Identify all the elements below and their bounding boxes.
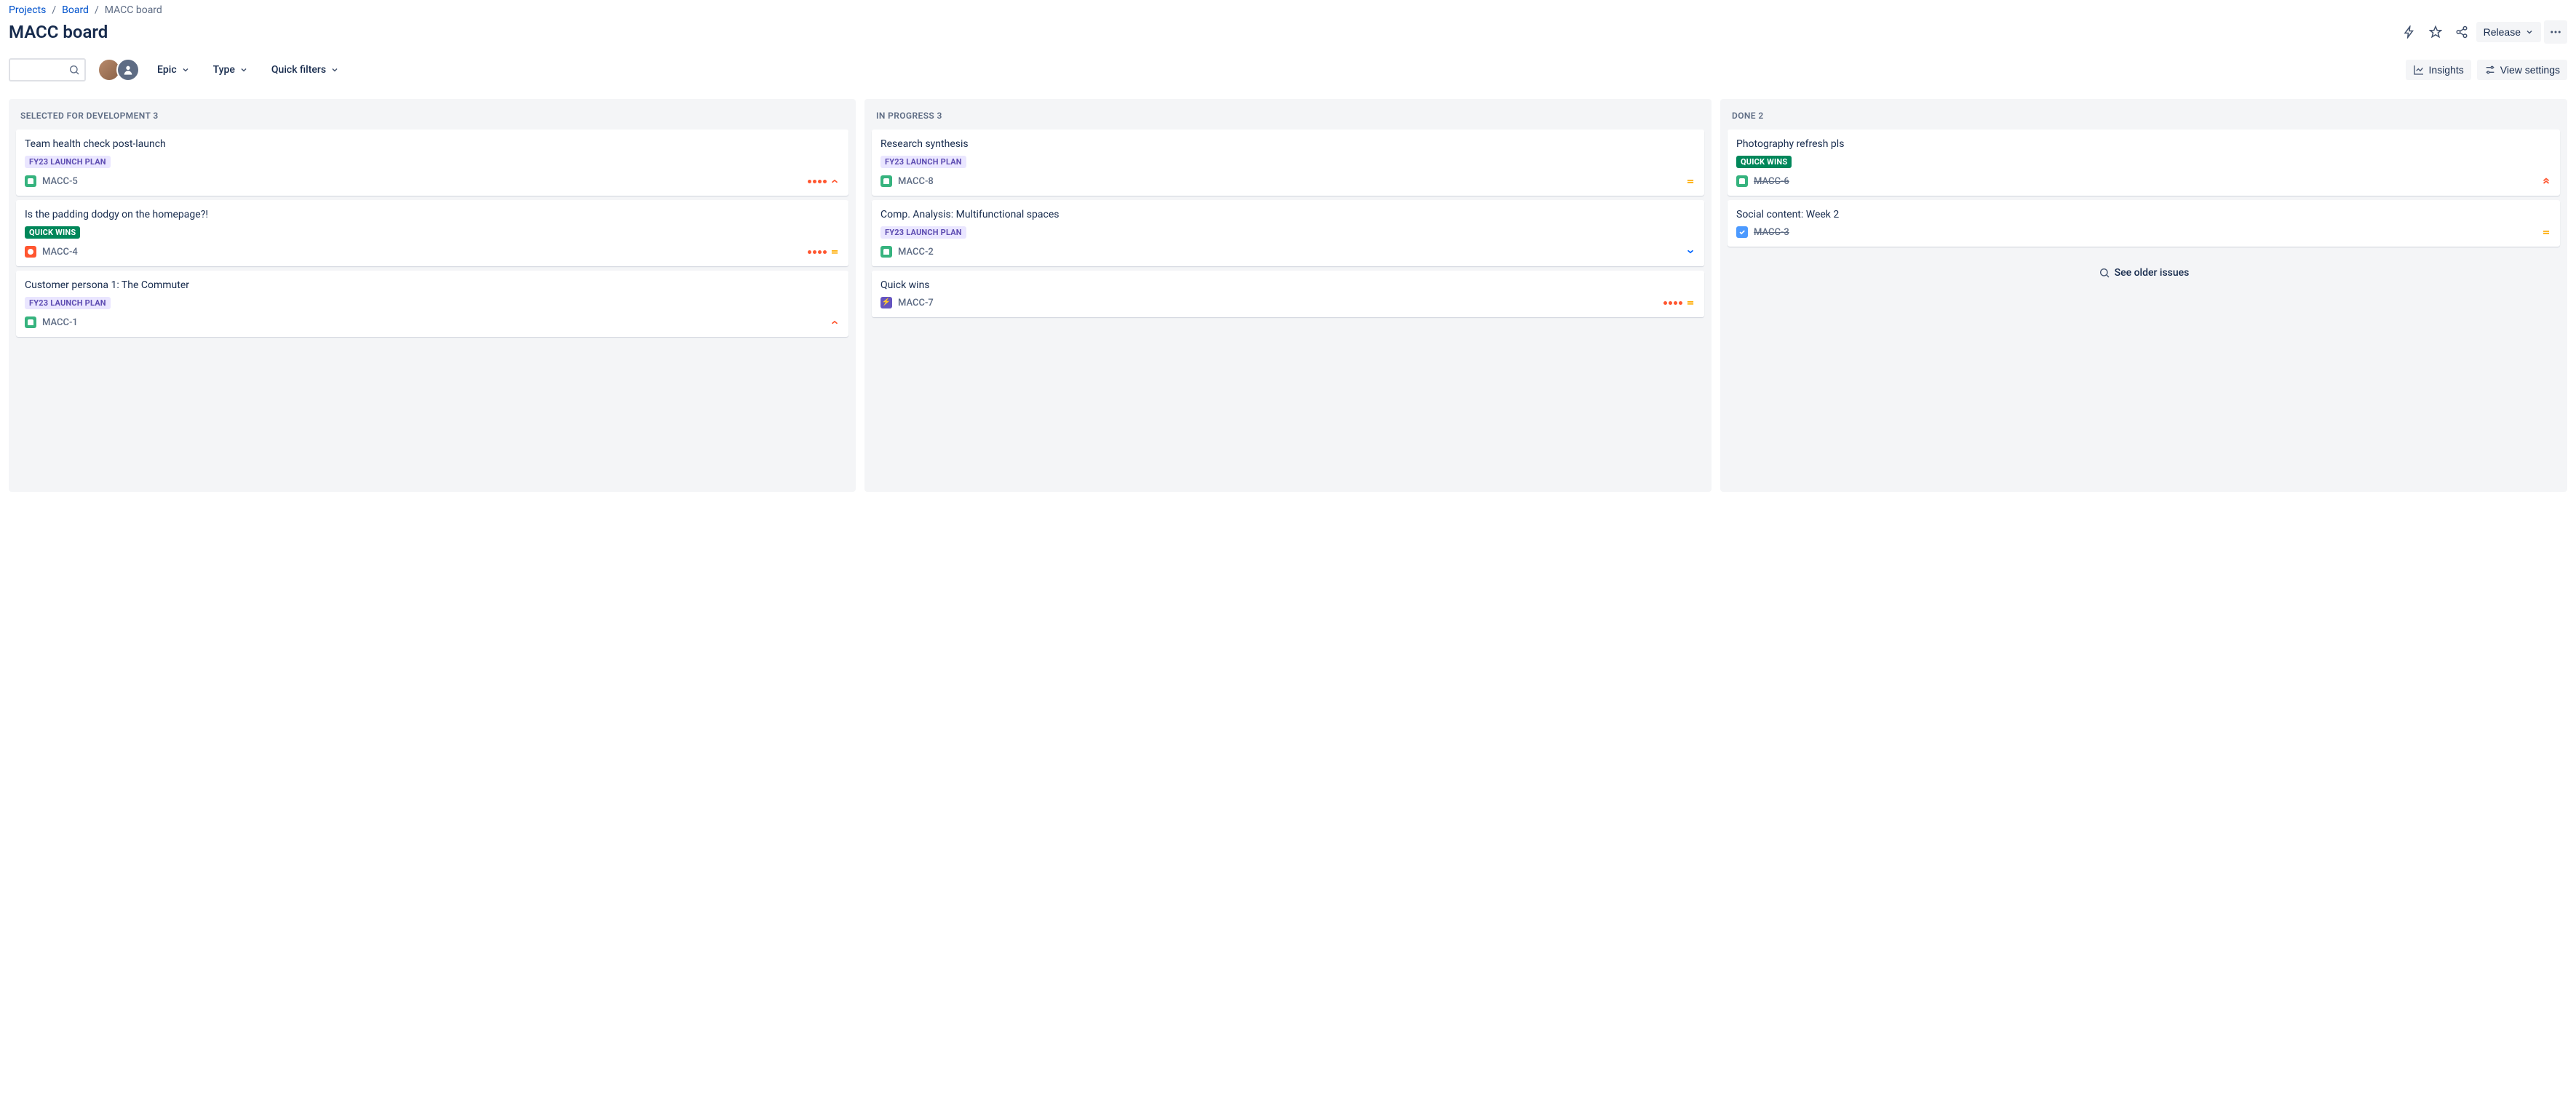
bug-icon: [25, 246, 36, 258]
view-settings-button[interactable]: View settings: [2477, 60, 2567, 80]
issue-key[interactable]: MACC-6: [1754, 176, 1789, 187]
story-icon: [25, 175, 36, 187]
priority-icon: [2541, 227, 2551, 237]
task-icon: [1736, 226, 1748, 238]
sprint-dots-icon: [808, 180, 827, 183]
see-older-issues[interactable]: See older issues: [1725, 267, 2563, 279]
card-title: Customer persona 1: The Commuter: [25, 279, 840, 291]
epic-label[interactable]: FY23 LAUNCH PLAN: [880, 156, 966, 168]
priority-icon: [2541, 176, 2551, 186]
issue-key[interactable]: MACC-5: [42, 176, 78, 187]
issue-card[interactable]: Social content: Week 2 MACC-3: [1728, 200, 2560, 247]
issue-card[interactable]: Research synthesis FY23 LAUNCH PLAN MACC-8: [872, 130, 1704, 196]
card-title: Research synthesis: [880, 138, 1696, 150]
epic-label[interactable]: FY23 LAUNCH PLAN: [880, 226, 966, 239]
card-title: Quick wins: [880, 279, 1696, 291]
page-title: MACC board: [9, 22, 108, 42]
board-column: SELECTED FOR DEVELOPMENT 3Team health ch…: [9, 99, 856, 492]
epic-label[interactable]: FY23 LAUNCH PLAN: [25, 156, 111, 168]
share-icon[interactable]: [2450, 20, 2473, 44]
column-header: IN PROGRESS 3: [869, 106, 1707, 130]
issue-key[interactable]: MACC-8: [898, 176, 934, 187]
epic-label[interactable]: QUICK WINS: [25, 226, 80, 239]
breadcrumb: Projects / Board / MACC board: [9, 4, 2567, 16]
epic-icon: ⚡: [880, 297, 892, 308]
issue-card[interactable]: Is the padding dodgy on the homepage?! QU…: [16, 200, 848, 266]
epic-label[interactable]: QUICK WINS: [1736, 156, 1792, 168]
story-icon: [880, 175, 892, 187]
breadcrumb-separator: /: [95, 4, 99, 16]
release-button[interactable]: Release: [2476, 22, 2541, 42]
priority-icon: [1685, 176, 1696, 186]
insights-icon: [2413, 64, 2425, 76]
chevron-down-icon: [181, 65, 190, 74]
star-icon[interactable]: [2424, 20, 2447, 44]
sprint-dots-icon: [1663, 301, 1682, 305]
settings-icon: [2484, 64, 2496, 76]
search-input[interactable]: [9, 58, 86, 81]
priority-icon: [1685, 247, 1696, 257]
priority-icon: [830, 176, 840, 186]
avatar-group[interactable]: [98, 58, 140, 81]
board-column: DONE 2 Photography refresh pls QUICK WINS M…: [1720, 99, 2567, 492]
insights-button[interactable]: Insights: [2406, 60, 2471, 80]
type-filter[interactable]: Type: [207, 60, 254, 80]
chevron-down-icon: [330, 65, 339, 74]
breadcrumb-current: MACC board: [105, 4, 162, 16]
card-title: Team health check post-launch: [25, 138, 840, 150]
chevron-down-icon: [239, 65, 248, 74]
search-icon: [2099, 267, 2110, 279]
card-title: Is the padding dodgy on the homepage?!: [25, 209, 840, 220]
story-icon: [880, 246, 892, 258]
card-title: Photography refresh pls: [1736, 138, 2551, 150]
story-icon: [25, 316, 36, 328]
issue-key[interactable]: MACC-1: [42, 317, 78, 328]
issue-card[interactable]: Photography refresh pls QUICK WINS MACC-6: [1728, 130, 2560, 196]
search-icon: [68, 64, 80, 76]
board-column: IN PROGRESS 3 Research synthesis FY23 LAUN…: [864, 99, 1712, 492]
priority-icon: [830, 247, 840, 257]
breadcrumb-projects[interactable]: Projects: [9, 4, 46, 16]
quick-filters[interactable]: Quick filters: [266, 60, 345, 80]
breadcrumb-separator: /: [52, 4, 56, 16]
epic-label[interactable]: FY23 LAUNCH PLAN: [25, 297, 111, 309]
priority-icon: [830, 317, 840, 327]
sprint-dots-icon: [808, 250, 827, 254]
automation-icon[interactable]: [2398, 20, 2421, 44]
column-header: DONE 2: [1725, 106, 2563, 130]
story-icon: [1736, 175, 1748, 187]
issue-key[interactable]: MACC-4: [42, 247, 78, 258]
issue-key[interactable]: MACC-2: [898, 247, 934, 258]
issue-key[interactable]: MACC-7: [898, 298, 934, 308]
issue-card[interactable]: Comp. Analysis: Multifunctional spaces FY…: [872, 200, 1704, 266]
chevron-down-icon: [2525, 28, 2534, 36]
issue-card[interactable]: Quick wins ⚡ MACC-7: [872, 271, 1704, 317]
epic-filter[interactable]: Epic: [151, 60, 196, 80]
issue-card[interactable]: Customer persona 1: The Commuter FY23 LAU…: [16, 271, 848, 337]
card-title: Social content: Week 2: [1736, 209, 2551, 220]
more-icon[interactable]: [2544, 20, 2567, 44]
avatar-unassigned[interactable]: [116, 58, 140, 81]
card-title: Comp. Analysis: Multifunctional spaces: [880, 209, 1696, 220]
breadcrumb-board[interactable]: Board: [62, 4, 89, 16]
column-header: SELECTED FOR DEVELOPMENT 3: [13, 106, 851, 130]
issue-card[interactable]: Team health check post-launch FY23 LAUNCH…: [16, 130, 848, 196]
priority-icon: [1685, 298, 1696, 308]
issue-key[interactable]: MACC-3: [1754, 227, 1789, 238]
